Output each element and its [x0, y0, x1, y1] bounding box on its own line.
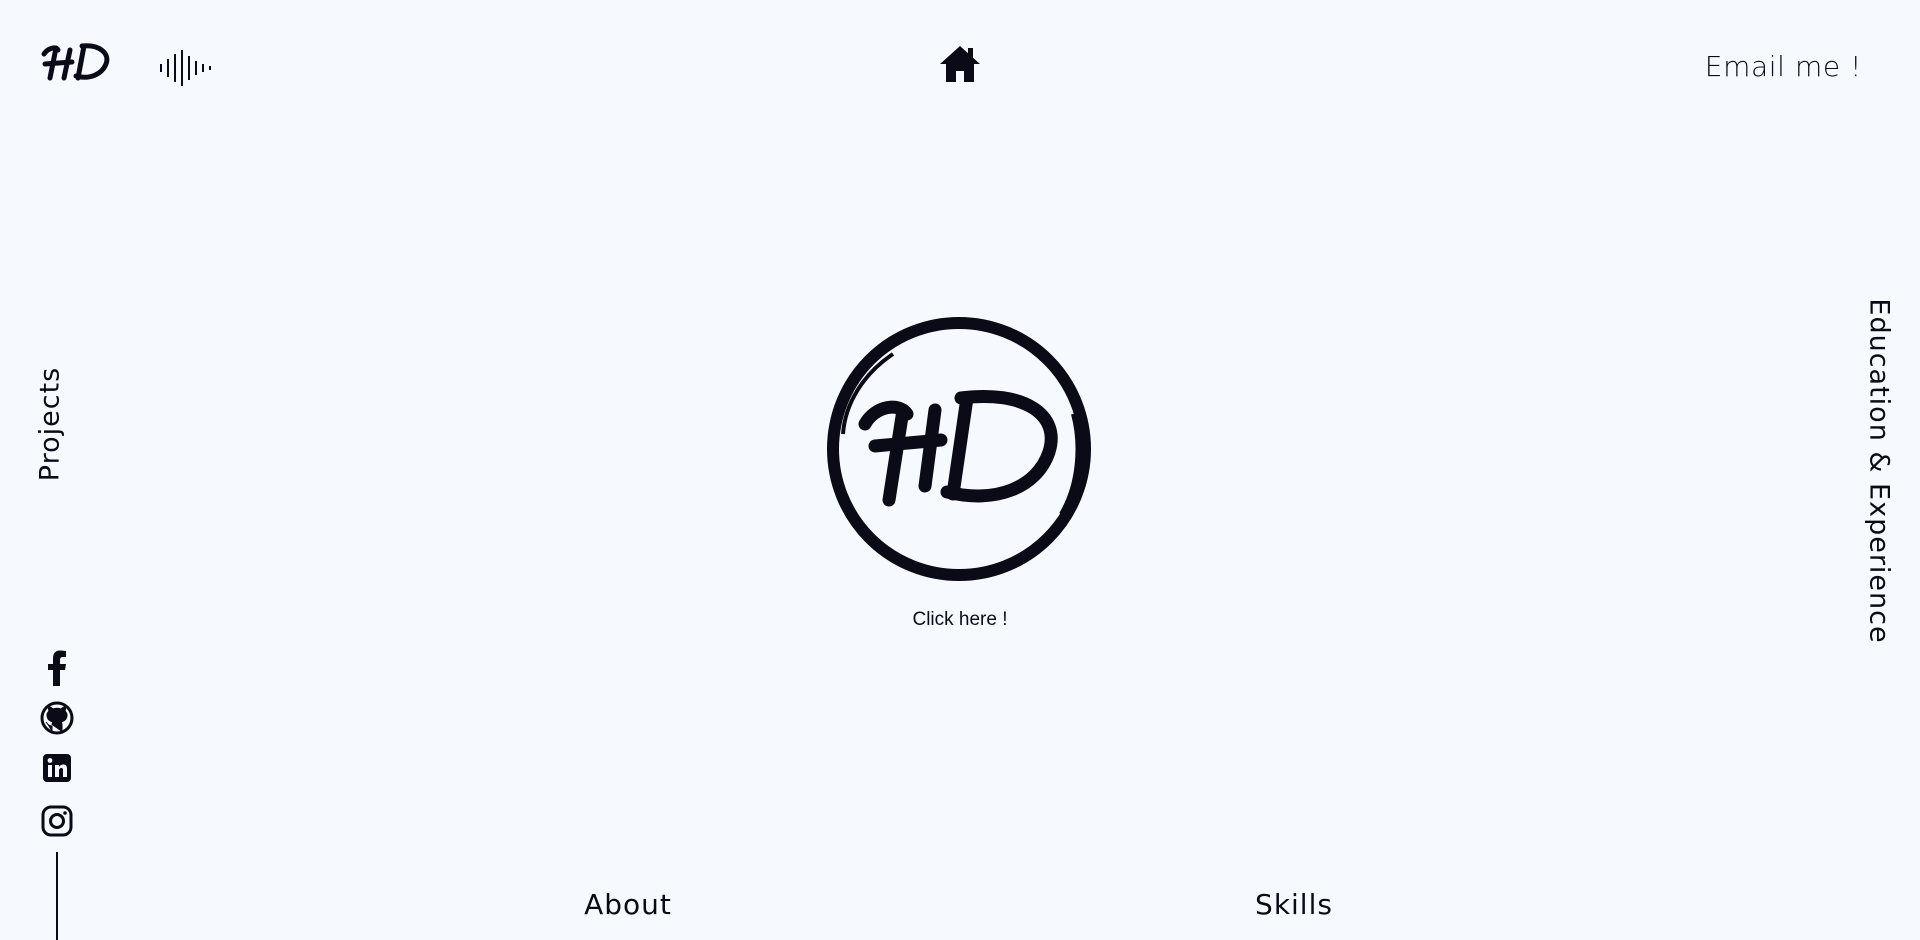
home-button[interactable] [939, 44, 981, 84]
sound-toggle[interactable] [160, 50, 224, 86]
soundwave-bar [181, 50, 183, 86]
instagram-link[interactable] [40, 803, 74, 839]
soundwave-bar [160, 64, 162, 72]
soundwave-bar [188, 56, 190, 80]
soundwave-bar [174, 54, 176, 82]
landing-page: Email me ! Projects Education & Experien… [0, 0, 1920, 940]
center-logo-button[interactable] [823, 314, 1095, 584]
instagram-icon [41, 805, 73, 837]
hd-circle-logo-icon [827, 317, 1091, 581]
facebook-link[interactable] [40, 650, 74, 686]
education-experience-link[interactable]: Education & Experience [1864, 298, 1895, 643]
soundwave-bar [167, 59, 169, 77]
soundwave-bar [195, 61, 197, 75]
about-link[interactable]: About [584, 888, 672, 921]
linkedin-icon [43, 754, 71, 782]
click-here-cta[interactable]: Click here ! [912, 609, 1007, 631]
hd-logo[interactable] [38, 40, 112, 84]
soundwave-bar [202, 64, 204, 72]
social-divider-line [56, 852, 58, 940]
home-icon [940, 46, 980, 82]
github-icon [40, 701, 74, 735]
projects-link[interactable]: Projects [35, 367, 66, 481]
github-link[interactable] [40, 700, 74, 736]
email-link[interactable]: Email me ! [1705, 50, 1862, 83]
linkedin-link[interactable] [40, 750, 74, 786]
hd-monogram-icon [41, 43, 110, 81]
skills-link[interactable]: Skills [1255, 888, 1333, 921]
facebook-icon [48, 650, 66, 686]
soundwave-bar [209, 66, 211, 70]
